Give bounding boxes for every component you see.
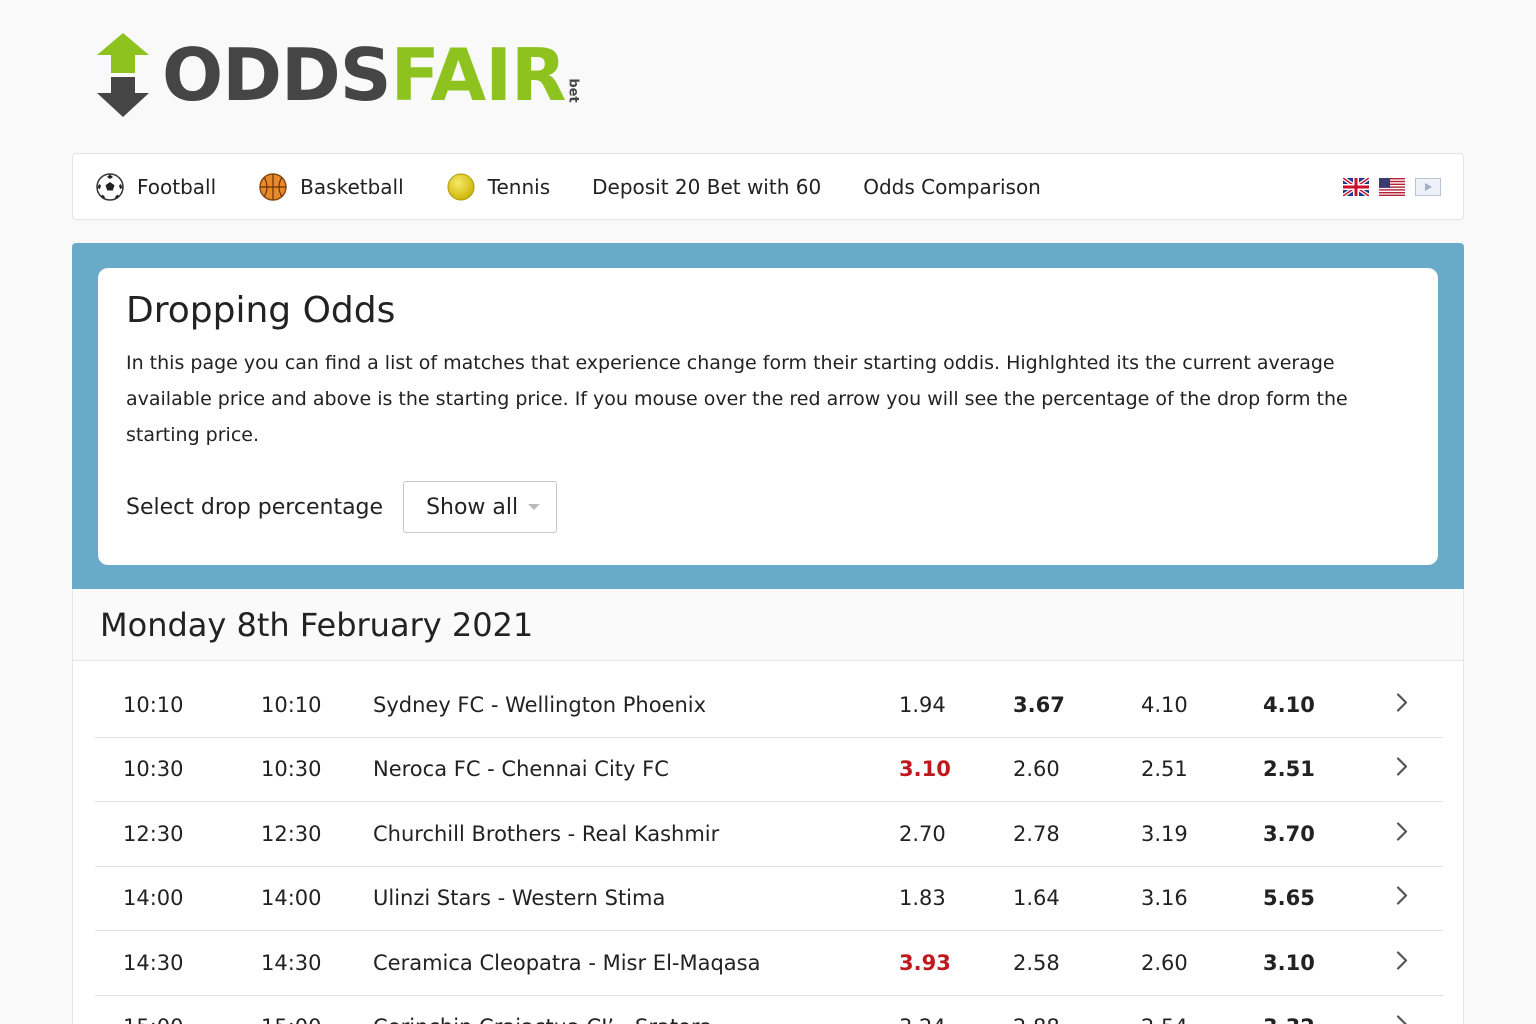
odds-draw: 2.60 — [1013, 757, 1060, 782]
odds-away-start: 2.54 — [1141, 1015, 1188, 1024]
start-time: 10:10 — [123, 692, 184, 717]
nav-item-deposit-offer[interactable]: Deposit 20 Bet with 60 — [592, 175, 821, 199]
start-time: 14:30 — [123, 950, 184, 975]
chevron-right-icon[interactable] — [1395, 756, 1409, 783]
kickoff-time: 12:30 — [261, 821, 322, 846]
match-name: Ceramica Cleopatra - Misr El-Maqasa — [373, 950, 761, 975]
chevron-right-icon[interactable] — [1395, 1014, 1409, 1024]
odds-home: 2.70 — [899, 821, 946, 846]
logo-wordmark: ODDSFAIR — [162, 39, 566, 111]
intro-card: Dropping Odds In this page you can find … — [98, 268, 1438, 565]
nav-item-tennis[interactable]: Tennis — [446, 172, 550, 202]
us-flag-icon[interactable] — [1379, 178, 1405, 196]
main-nav: Football Basketball Tennis Deposit 20 Be… — [72, 153, 1464, 220]
page-description: In this page you can find a list of matc… — [126, 352, 1348, 446]
odds-home: 3.93 — [899, 950, 951, 975]
odds-away-start: 2.60 — [1141, 950, 1188, 975]
kickoff-time: 14:30 — [261, 950, 322, 975]
nav-item-label: Tennis — [487, 174, 551, 199]
odds-away: 3.32 — [1263, 1015, 1315, 1024]
odds-draw: 1.64 — [1013, 886, 1060, 911]
odds-away: 2.51 — [1263, 757, 1315, 782]
odds-home: 1.83 — [899, 886, 946, 911]
start-time: 15:00 — [123, 1015, 184, 1024]
odds-home: 3.24 — [899, 1015, 946, 1024]
nav-item-label: Basketball — [300, 174, 404, 199]
odds-away-start: 2.51 — [1141, 757, 1188, 782]
chevron-right-icon[interactable] — [1395, 691, 1409, 718]
odds-draw: 2.58 — [1013, 950, 1060, 975]
table-row[interactable]: 14:30 14:30 Ceramica Cleopatra - Misr El-M… — [95, 931, 1443, 996]
football-icon — [96, 172, 124, 201]
nav-item-odds-comparison[interactable]: Odds Comparison — [863, 175, 1041, 199]
language-flags — [1343, 178, 1441, 196]
date-title: Monday 8th February 2021 — [100, 605, 534, 644]
table-row[interactable]: 10:30 10:30 Neroca FC - Chennai City FC 3.1… — [95, 738, 1443, 802]
odds-away: 3.10 — [1263, 950, 1315, 975]
chevron-right-icon[interactable] — [1395, 885, 1409, 912]
odds-away-start: 3.16 — [1141, 886, 1188, 911]
chevron-right-icon[interactable] — [1395, 949, 1409, 976]
kickoff-time: 15:00 — [261, 1015, 322, 1024]
start-time: 10:30 — [123, 757, 184, 782]
start-time: 14:00 — [123, 886, 184, 911]
page-title: Dropping Odds — [126, 290, 396, 331]
odds-away-start: 3.19 — [1141, 821, 1188, 846]
match-name: Cerinchin Craiactua CI’ - Sratora — [373, 1015, 712, 1024]
odds-away: 4.10 — [1263, 692, 1315, 717]
odds-draw: 2.88 — [1013, 1015, 1060, 1024]
odds-home: 1.94 — [899, 692, 946, 717]
matches-list: 10:10 10:10 Sydney FC - Wellington Phoenix… — [95, 673, 1443, 1024]
match-name: Neroca FC - Chennai City FC — [373, 757, 669, 782]
odds-away-start: 4.10 — [1141, 692, 1188, 717]
kickoff-time: 10:10 — [261, 692, 322, 717]
logo-suffix: bet — [566, 77, 582, 103]
logo-fair: FAIR — [390, 33, 567, 117]
match-name: Churchill Brothers - Real Kashmir — [373, 821, 720, 846]
play-icon[interactable] — [1415, 178, 1441, 196]
nav-item-label: Deposit 20 Bet with 60 — [592, 174, 822, 199]
basketball-icon — [259, 172, 287, 201]
table-row[interactable]: 14:00 14:00 Ulinzi Stars - Western Stima 1.… — [95, 867, 1443, 931]
table-row[interactable]: 10:10 10:10 Sydney FC - Wellington Phoenix… — [95, 673, 1443, 738]
nav-item-basketball[interactable]: Basketball — [258, 172, 404, 202]
caret-down-icon — [528, 504, 541, 510]
match-name: Sydney FC - Wellington Phoenix — [373, 692, 707, 717]
select-value: Show all — [426, 494, 519, 520]
nav-item-label: Football — [137, 174, 217, 199]
odds-draw: 3.67 — [1013, 692, 1065, 717]
chevron-right-icon[interactable] — [1395, 820, 1409, 847]
uk-flag-icon[interactable] — [1343, 178, 1369, 196]
odds-away: 5.65 — [1263, 886, 1315, 911]
kickoff-time: 10:30 — [261, 757, 322, 782]
filter-label: Select drop percentage — [126, 494, 384, 520]
odds-home: 3.10 — [899, 757, 951, 782]
nav-item-football[interactable]: Football — [95, 172, 216, 202]
hero-panel: Dropping Odds In this page you can find … — [72, 243, 1464, 589]
kickoff-time: 14:00 — [261, 886, 322, 911]
up-down-arrows-icon — [97, 33, 149, 117]
match-name: Ulinzi Stars - Western Stima — [373, 886, 666, 911]
logo-odds: ODDS — [162, 33, 392, 117]
table-row[interactable]: 15:00 15:00 Cerinchin Craiactua CI’ - Srat… — [95, 996, 1443, 1024]
odds-draw: 2.78 — [1013, 821, 1060, 846]
table-row[interactable]: 12:30 12:30 Churchill Brothers - Real Kash… — [95, 802, 1443, 867]
drop-filter: Select drop percentage Show all — [126, 481, 1410, 533]
odds-away: 3.70 — [1263, 821, 1315, 846]
start-time: 12:30 — [123, 821, 184, 846]
drop-percentage-select[interactable]: Show all — [403, 481, 558, 533]
matches-section: Monday 8th February 2021 10:10 10:10 Sydne… — [72, 589, 1464, 1024]
site-logo[interactable]: ODDSFAIR bet — [94, 30, 586, 120]
date-header: Monday 8th February 2021 — [73, 589, 1463, 661]
nav-item-label: Odds Comparison — [863, 174, 1041, 199]
tennis-ball-icon — [447, 173, 475, 200]
